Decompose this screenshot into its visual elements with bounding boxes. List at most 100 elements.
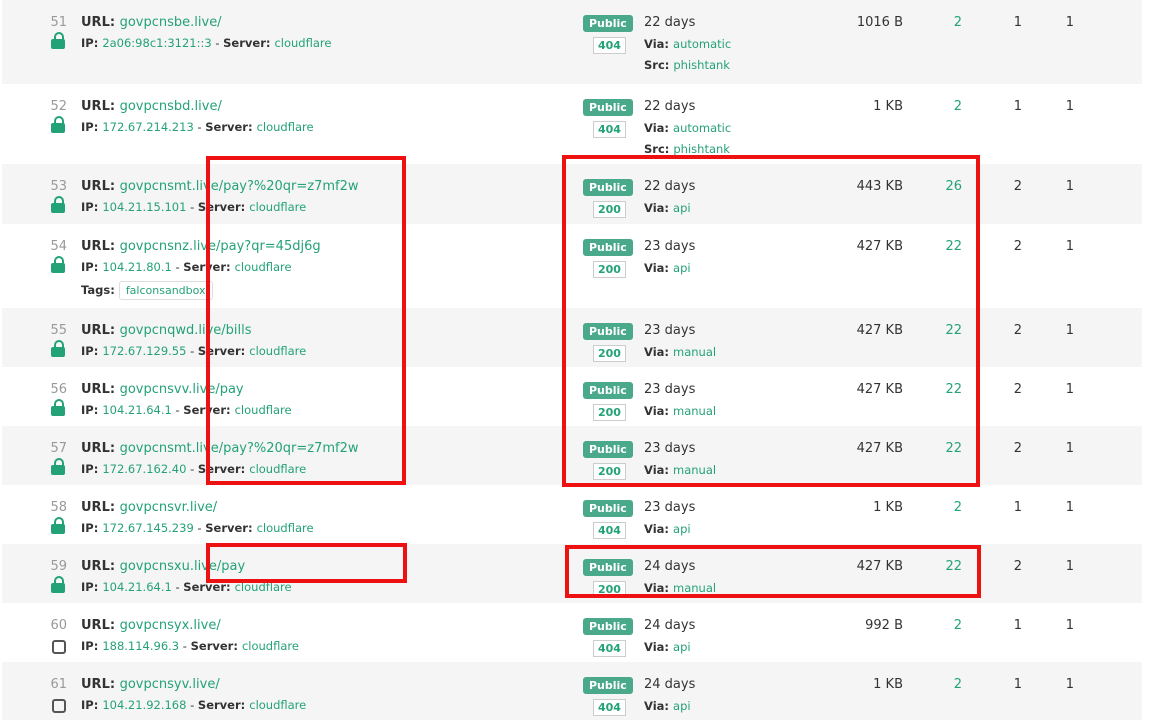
src-link[interactable]: phishtank — [673, 58, 730, 72]
src-line: Src: phishtank — [644, 142, 730, 156]
url-link[interactable]: govpcnsbd.live/ — [120, 99, 222, 114]
status-code: 200 — [593, 463, 626, 480]
scan-age: 23 days — [644, 323, 696, 338]
status-code: 200 — [593, 581, 626, 598]
ip-link[interactable]: 2a06:98c1:3121::3 — [102, 36, 211, 50]
ip-link[interactable]: 104.21.64.1 — [102, 403, 172, 417]
ip-link[interactable]: 104.21.80.1 — [102, 260, 172, 274]
ip-link[interactable]: 172.67.214.213 — [102, 120, 193, 134]
via-link[interactable]: automatic — [673, 37, 731, 51]
lock-body — [51, 583, 65, 593]
row-number: 51 — [50, 15, 67, 30]
via-link[interactable]: manual — [673, 581, 716, 595]
url-link[interactable]: govpcnsyv.live/ — [120, 677, 220, 692]
visibility-badge: Public — [583, 99, 633, 116]
via-label: Via: — [644, 121, 674, 135]
via-link[interactable]: api — [673, 201, 691, 215]
url-link[interactable]: govpcnsmt.live/pay?%20qr=z7mf2w — [120, 441, 359, 456]
table-row: 61 URL: govpcnsyv.live/IP: 104.21.92.168 … — [2, 662, 1142, 720]
url-line: URL: govpcnsbe.live/ — [81, 15, 222, 30]
ip-label: IP: — [81, 200, 103, 214]
separator: - — [211, 36, 224, 50]
requests-count-link[interactable]: 2 — [922, 500, 962, 515]
page-size: 1 KB — [873, 677, 903, 692]
countries-count: 1 — [1065, 239, 1074, 254]
lock-icon — [51, 256, 65, 273]
requests-count-link[interactable]: 22 — [922, 441, 962, 456]
lock-body — [51, 347, 65, 357]
separator: - — [171, 403, 184, 417]
server-link[interactable]: cloudflare — [257, 120, 314, 134]
server-link[interactable]: cloudflare — [235, 580, 292, 594]
requests-count-link[interactable]: 2 — [922, 15, 962, 30]
via-link[interactable]: api — [673, 261, 691, 275]
url-link[interactable]: govpcnsbe.live/ — [120, 15, 222, 30]
ip-link[interactable]: 104.21.15.101 — [102, 200, 186, 214]
url-link[interactable]: govpcnsnz.live/pay?qr=45dj6g — [120, 239, 321, 254]
row-number: 52 — [50, 99, 67, 114]
url-link[interactable]: govpcnqwd.live/bills — [120, 323, 252, 338]
requests-count-link[interactable]: 26 — [922, 179, 962, 194]
url-label: URL: — [81, 323, 120, 338]
via-link[interactable]: api — [673, 699, 691, 713]
ip-link[interactable]: 172.67.145.239 — [102, 521, 193, 535]
visibility-badge: Public — [583, 441, 633, 458]
server-link[interactable]: cloudflare — [249, 698, 306, 712]
requests-count-link[interactable]: 22 — [922, 239, 962, 254]
ip-link[interactable]: 104.21.92.168 — [102, 698, 186, 712]
requests-count-link[interactable]: 22 — [922, 559, 962, 574]
via-link[interactable]: manual — [673, 345, 716, 359]
url-link[interactable]: govpcnsvv.live/pay — [120, 382, 244, 397]
url-line: URL: govpcnsyx.live/ — [81, 618, 221, 633]
url-link[interactable]: govpcnsyx.live/ — [120, 618, 221, 633]
countries-count: 1 — [1065, 15, 1074, 30]
ip-link[interactable]: 188.114.96.3 — [102, 639, 179, 653]
status-code: 404 — [593, 121, 626, 138]
scan-age: 23 days — [644, 441, 696, 456]
requests-count-link[interactable]: 22 — [922, 323, 962, 338]
url-link[interactable]: govpcnsmt.live/pay?%20qr=z7mf2w — [120, 179, 359, 194]
via-link[interactable]: api — [673, 640, 691, 654]
separator: - — [186, 200, 198, 214]
requests-count-link[interactable]: 2 — [922, 618, 962, 633]
server-link[interactable]: cloudflare — [235, 260, 292, 274]
table-row: 52 URL: govpcnsbd.live/IP: 172.67.214.213… — [2, 84, 1142, 164]
url-line: URL: govpcnsbd.live/ — [81, 99, 222, 114]
ip-link[interactable]: 104.21.64.1 — [102, 580, 172, 594]
server-link[interactable]: cloudflare — [235, 403, 292, 417]
ip-link[interactable]: 172.67.129.55 — [102, 344, 186, 358]
via-link[interactable]: manual — [673, 463, 716, 477]
requests-count-link[interactable]: 2 — [922, 99, 962, 114]
server-link[interactable]: cloudflare — [249, 344, 306, 358]
server-label: Server: — [183, 260, 235, 274]
status-code: 200 — [593, 201, 626, 218]
ip-label: IP: — [81, 639, 103, 653]
requests-count-link[interactable]: 2 — [922, 677, 962, 692]
status-code: 200 — [593, 345, 626, 362]
server-link[interactable]: cloudflare — [274, 36, 331, 50]
via-label: Via: — [644, 522, 674, 536]
status-code: 404 — [593, 699, 626, 716]
tag-chip[interactable]: falconsandbox — [118, 281, 213, 300]
table-row: 56 URL: govpcnsvv.live/pay IP: 104.21.64.1… — [2, 367, 1142, 426]
ip-link[interactable]: 172.67.162.40 — [102, 462, 186, 476]
ips-count: 1 — [1013, 618, 1022, 633]
scan-age: 22 days — [644, 179, 696, 194]
url-link[interactable]: govpcnsvr.live/ — [120, 500, 218, 515]
via-link[interactable]: manual — [673, 404, 716, 418]
server-link[interactable]: cloudflare — [242, 639, 299, 653]
via-line: Via: manual — [644, 463, 716, 477]
server-link[interactable]: cloudflare — [249, 200, 306, 214]
visibility-badge: Public — [583, 323, 633, 340]
src-link[interactable]: phishtank — [673, 142, 730, 156]
via-link[interactable]: automatic — [673, 121, 731, 135]
server-link[interactable]: cloudflare — [257, 521, 314, 535]
visibility-badge: Public — [583, 15, 633, 32]
page-size: 427 KB — [856, 559, 903, 574]
via-link[interactable]: api — [673, 522, 691, 536]
url-label: URL: — [81, 99, 120, 114]
url-link[interactable]: govpcnsxu.live/pay — [120, 559, 246, 574]
requests-count-link[interactable]: 22 — [922, 382, 962, 397]
ip-line: IP: 104.21.64.1 - Server: cloudflare — [81, 403, 292, 417]
server-link[interactable]: cloudflare — [249, 462, 306, 476]
